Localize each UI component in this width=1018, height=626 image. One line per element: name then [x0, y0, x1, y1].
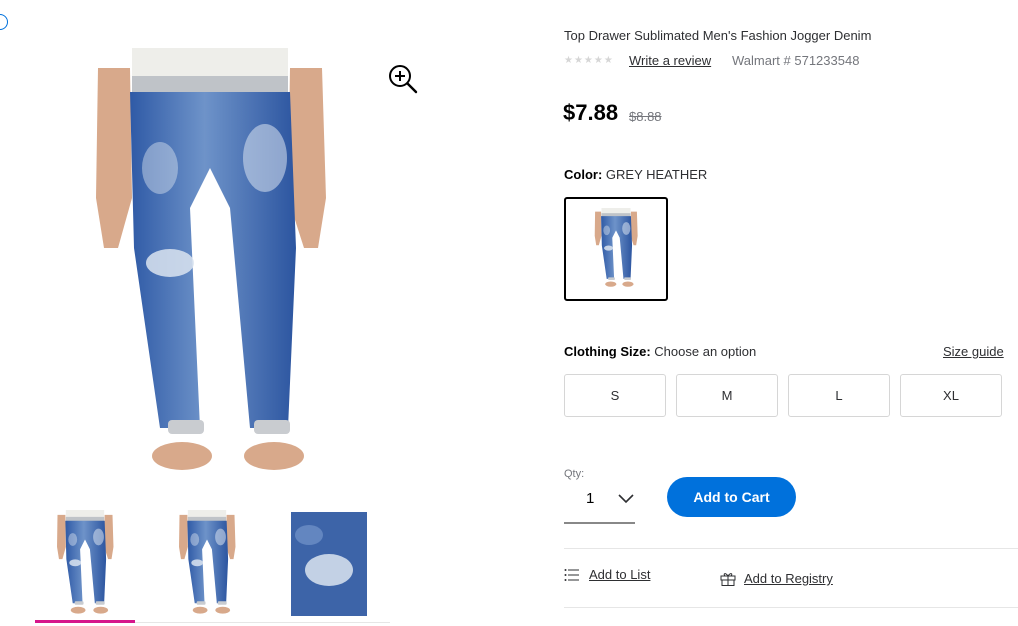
add-to-registry-link[interactable]: Add to Registry	[720, 571, 833, 586]
thumbnail-detail[interactable]	[279, 510, 379, 618]
add-to-registry-label: Add to Registry	[744, 571, 833, 586]
main-product-image[interactable]	[60, 48, 360, 488]
quantity-value: 1	[586, 490, 595, 507]
thumbnail-front[interactable]	[35, 510, 135, 618]
size-option-l[interactable]: L	[788, 374, 890, 417]
divider	[564, 548, 1018, 549]
thumbnail-back[interactable]	[157, 510, 257, 618]
size-value: Choose an option	[654, 344, 757, 359]
quantity-label: Qty:	[564, 468, 585, 480]
size-selection-label: Clothing Size: Choose an option	[564, 344, 756, 359]
color-swatch-grey-heather[interactable]	[564, 197, 668, 301]
color-selection-label: Color: GREY HEATHER	[564, 167, 707, 182]
quantity-select[interactable]: 1	[564, 482, 635, 524]
gift-icon	[720, 573, 736, 586]
size-option-s[interactable]: S	[564, 374, 666, 417]
write-review-link[interactable]: Write a review	[629, 53, 711, 68]
add-to-cart-button[interactable]: Add to Cart	[667, 477, 796, 517]
circle-icon	[0, 14, 8, 30]
chevron-down-icon	[618, 494, 634, 504]
add-to-list-link[interactable]: Add to List	[564, 567, 650, 582]
item-number: Walmart # 571233548	[732, 53, 860, 68]
zoom-in-icon[interactable]	[387, 63, 419, 95]
product-title: Top Drawer Sublimated Men's Fashion Jogg…	[564, 28, 872, 43]
add-to-list-label: Add to List	[589, 567, 651, 582]
list-icon	[564, 568, 579, 581]
divider	[564, 607, 1018, 608]
size-guide-link[interactable]: Size guide	[943, 344, 1004, 359]
color-label: Color:	[564, 167, 603, 182]
size-label: Clothing Size:	[564, 344, 651, 359]
color-value: GREY HEATHER	[605, 167, 708, 182]
active-thumbnail-indicator	[35, 620, 135, 623]
thumbnail-strip	[35, 510, 390, 623]
was-price: $8.88	[629, 109, 662, 124]
size-option-xl[interactable]: XL	[900, 374, 1002, 417]
size-option-m[interactable]: M	[676, 374, 778, 417]
current-price: $7.88	[563, 100, 619, 125]
rating-stars: ★★★★★	[564, 55, 614, 66]
